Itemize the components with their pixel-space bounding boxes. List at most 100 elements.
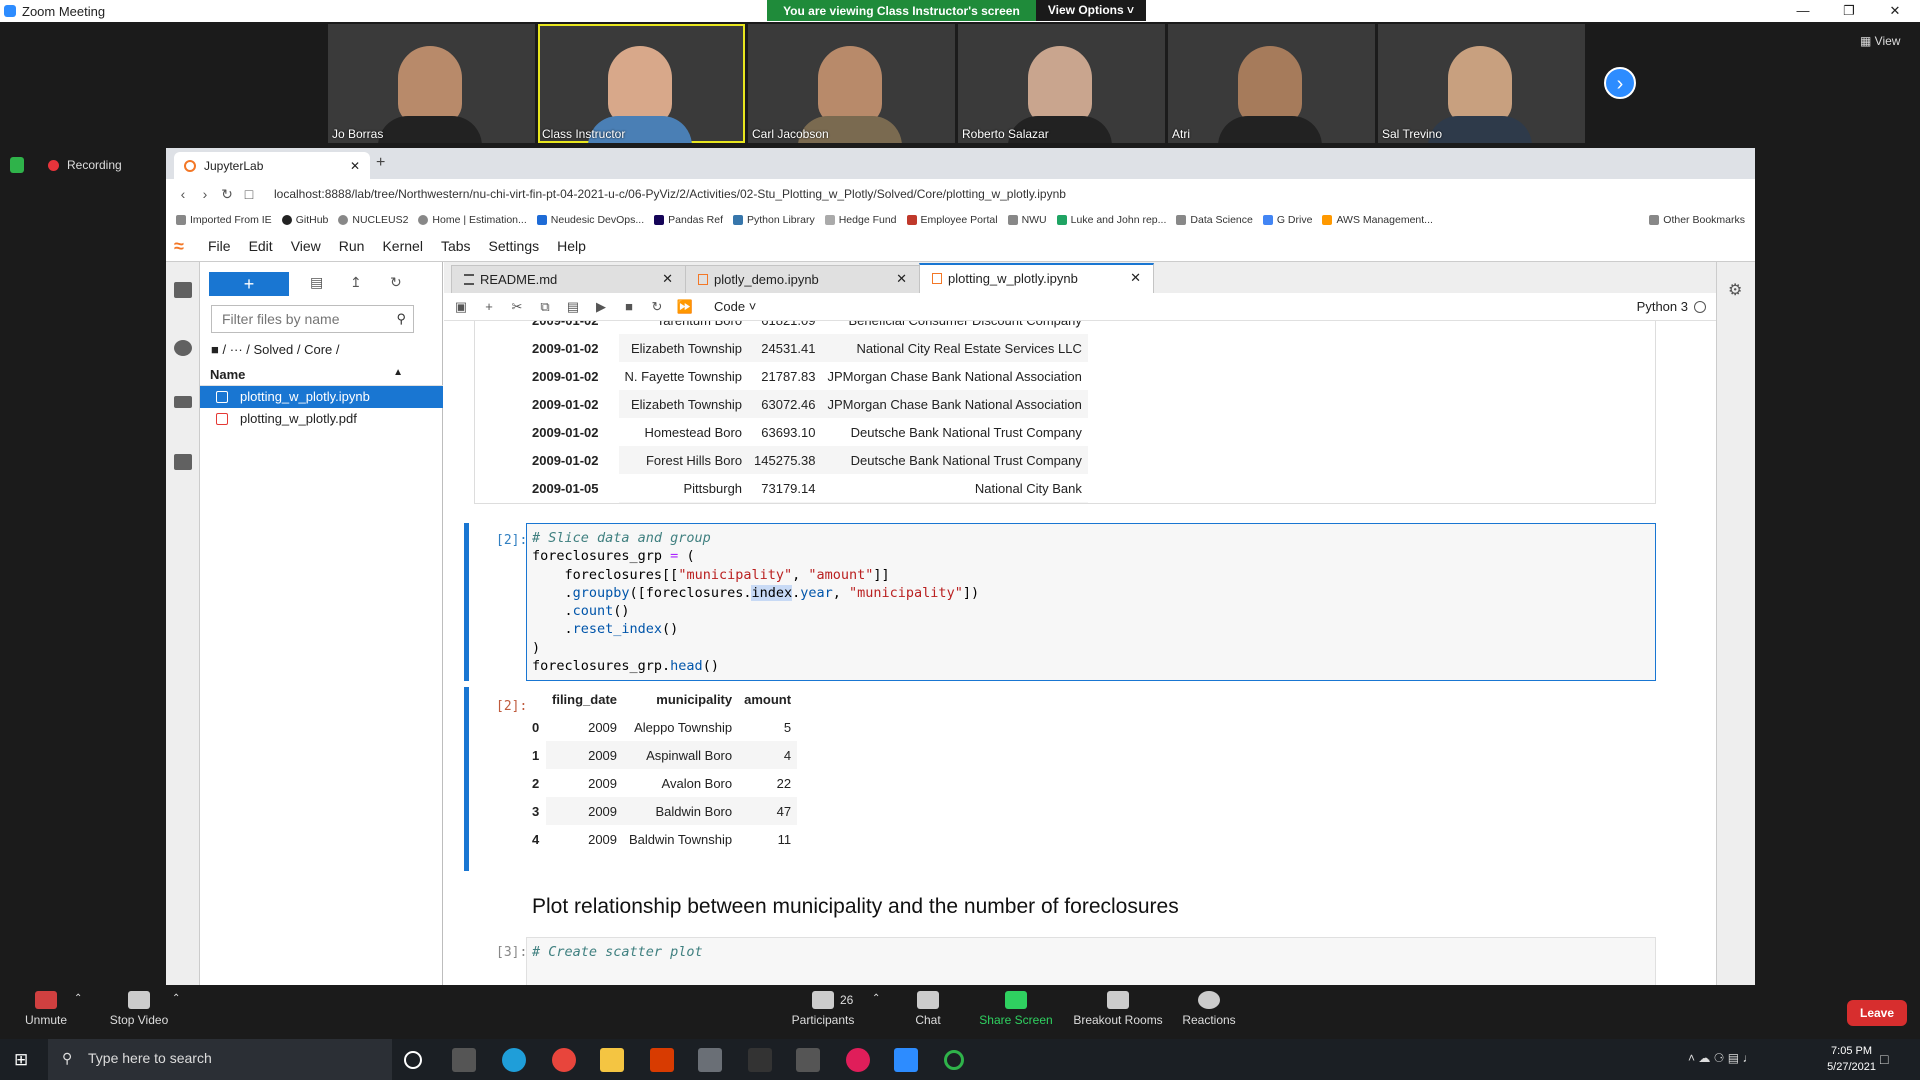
file-explorer-icon[interactable]	[600, 1048, 624, 1072]
close-icon[interactable]: ✕	[896, 271, 907, 287]
bookmark[interactable]: GitHub	[281, 214, 328, 226]
zoom-taskbar-icon[interactable]	[894, 1048, 918, 1072]
windows-start-icon[interactable]: ⊞	[14, 1050, 28, 1070]
bookmark-icon[interactable]: □	[238, 186, 260, 202]
leave-button[interactable]: Leave	[1847, 1000, 1907, 1026]
terminal-icon[interactable]	[748, 1048, 772, 1072]
menu-view[interactable]: View	[291, 238, 321, 254]
chat-button[interactable]: Chat	[904, 991, 952, 1027]
view-button[interactable]: ▦ View	[1860, 34, 1900, 48]
audio-options-chevron-icon[interactable]: ⌃	[74, 993, 82, 1004]
bookmark[interactable]: Neudesic DevOps...	[536, 214, 644, 226]
video-tile[interactable]: Carl Jacobson	[748, 24, 955, 143]
url-field[interactable]: localhost:8888/lab/tree/Northwestern/nu-…	[274, 187, 1066, 201]
bookmark[interactable]: NUCLEUS2	[338, 214, 408, 226]
menu-help[interactable]: Help	[557, 238, 586, 254]
close-tab-icon[interactable]: ✕	[350, 159, 360, 173]
insert-cell-icon[interactable]: +	[478, 299, 500, 314]
paste-icon[interactable]: ▤	[562, 299, 584, 315]
security-shield-icon[interactable]	[10, 157, 24, 173]
tab-plotting-w-plotly[interactable]: plotting_w_plotly.ipynb ✕	[919, 263, 1154, 293]
menu-edit[interactable]: Edit	[249, 238, 273, 254]
app-icon[interactable]	[796, 1048, 820, 1072]
menu-kernel[interactable]: Kernel	[382, 238, 422, 254]
run-all-icon[interactable]: ⏩	[674, 299, 696, 315]
bookmark[interactable]: Data Science	[1176, 214, 1253, 226]
back-icon[interactable]: ‹	[172, 186, 194, 202]
video-tile[interactable]: Atri	[1168, 24, 1375, 143]
bookmark[interactable]: Imported From IE	[176, 214, 272, 226]
video-tile[interactable]: Jo Borras	[328, 24, 535, 143]
other-bookmarks[interactable]: Other Bookmarks	[1649, 214, 1745, 226]
extension-icon[interactable]	[174, 454, 192, 470]
taskbar-clock[interactable]: 7:05 PM 5/27/2021	[1827, 1043, 1876, 1075]
new-launcher-button[interactable]: +	[209, 272, 289, 296]
cell-type-select[interactable]: Code ˅	[714, 299, 794, 314]
dataframe-output-scroll[interactable]: 2009-01-02Tarentum Boro61821.09Beneficia…	[474, 321, 1656, 504]
file-item[interactable]: plotting_w_plotly.pdf	[200, 408, 443, 430]
participants-chevron-icon[interactable]: ⌃	[872, 993, 880, 1004]
video-tile-active[interactable]: Class Instructor	[538, 24, 745, 143]
bookmark[interactable]: AWS Management...	[1322, 214, 1433, 226]
calculator-icon[interactable]	[698, 1048, 722, 1072]
video-options-chevron-icon[interactable]: ⌃	[172, 993, 180, 1004]
bookmark[interactable]: Home | Estimation...	[418, 214, 527, 226]
menu-run[interactable]: Run	[339, 238, 365, 254]
reload-icon[interactable]: ↻	[216, 186, 238, 203]
unmute-button[interactable]: Unmute	[22, 991, 70, 1027]
kernel-status[interactable]: Python 3	[1637, 299, 1706, 314]
bookmark[interactable]: NWU	[1007, 214, 1047, 226]
close-icon[interactable]: ✕	[662, 271, 673, 287]
save-icon[interactable]: ▣	[450, 299, 472, 315]
slack-icon[interactable]	[846, 1048, 870, 1072]
file-item[interactable]: plotting_w_plotly.ipynb	[200, 386, 443, 408]
taskbar-search-box[interactable]: ⚲ Type here to search	[48, 1039, 392, 1080]
close-icon[interactable]: ✕	[1130, 270, 1141, 286]
menu-tabs[interactable]: Tabs	[441, 238, 471, 254]
run-icon[interactable]: ▶	[590, 299, 612, 315]
video-tile[interactable]: Sal Trevino	[1378, 24, 1585, 143]
minimize-icon[interactable]: —	[1780, 0, 1826, 22]
chrome-icon[interactable]	[552, 1048, 576, 1072]
bookmark[interactable]: Hedge Fund	[824, 214, 897, 226]
notifications-icon[interactable]: □	[1880, 1051, 1888, 1067]
close-icon[interactable]: ✕	[1872, 0, 1918, 22]
filter-files-input[interactable]: Filter files by name ⚲	[211, 305, 414, 333]
edge-icon[interactable]	[502, 1048, 526, 1072]
toc-icon[interactable]	[174, 396, 192, 408]
share-screen-button[interactable]: Share Screen	[978, 991, 1054, 1027]
stop-icon[interactable]: ■	[618, 299, 640, 314]
stop-video-button[interactable]: Stop Video	[104, 991, 174, 1027]
tab-plotly-demo[interactable]: plotly_demo.ipynb ✕	[685, 265, 920, 293]
reactions-button[interactable]: Reactions	[1180, 991, 1238, 1027]
cut-icon[interactable]: ✂	[506, 299, 528, 315]
upload-icon[interactable]: ↥	[350, 274, 362, 291]
cortana-icon[interactable]	[404, 1051, 422, 1069]
name-column-header[interactable]: Name ▲	[200, 362, 443, 386]
video-tile[interactable]: Roberto Salazar	[958, 24, 1165, 143]
forward-icon[interactable]: ›	[194, 186, 216, 202]
property-inspector-icon[interactable]: ⚙	[1728, 280, 1742, 300]
code-cell-editor[interactable]: # Create scatter plot	[526, 937, 1656, 985]
task-view-icon[interactable]	[452, 1048, 476, 1072]
next-page-arrow-icon[interactable]: ›	[1604, 67, 1636, 99]
breakout-rooms-button[interactable]: Breakout Rooms	[1072, 991, 1164, 1027]
bookmark[interactable]: Pandas Ref	[654, 214, 723, 226]
new-tab-icon[interactable]: +	[376, 154, 385, 172]
office-icon[interactable]	[650, 1048, 674, 1072]
system-tray-icons[interactable]: ˄ ☁ ⚆ ▤ ♩	[1688, 1051, 1754, 1065]
menu-settings[interactable]: Settings	[489, 238, 540, 254]
restore-icon[interactable]: ❐	[1826, 0, 1872, 22]
tab-readme[interactable]: README.md ✕	[451, 265, 686, 293]
bookmark[interactable]: Employee Portal	[906, 214, 998, 226]
bookmark[interactable]: Python Library	[733, 214, 815, 226]
bookmark[interactable]: G Drive	[1262, 214, 1312, 226]
menu-file[interactable]: File	[208, 238, 231, 254]
browser-tab[interactable]: JupyterLab ✕	[174, 152, 370, 179]
new-folder-icon[interactable]: ▤	[310, 274, 323, 291]
breadcrumb[interactable]: ■ / ··· / Solved / Core /	[211, 342, 340, 357]
code-cell-editor[interactable]: # Slice data and group foreclosures_grp …	[526, 523, 1656, 681]
running-icon[interactable]	[174, 340, 192, 356]
copy-icon[interactable]: ⧉	[534, 299, 556, 315]
bookmark[interactable]: Luke and John rep...	[1056, 214, 1166, 226]
